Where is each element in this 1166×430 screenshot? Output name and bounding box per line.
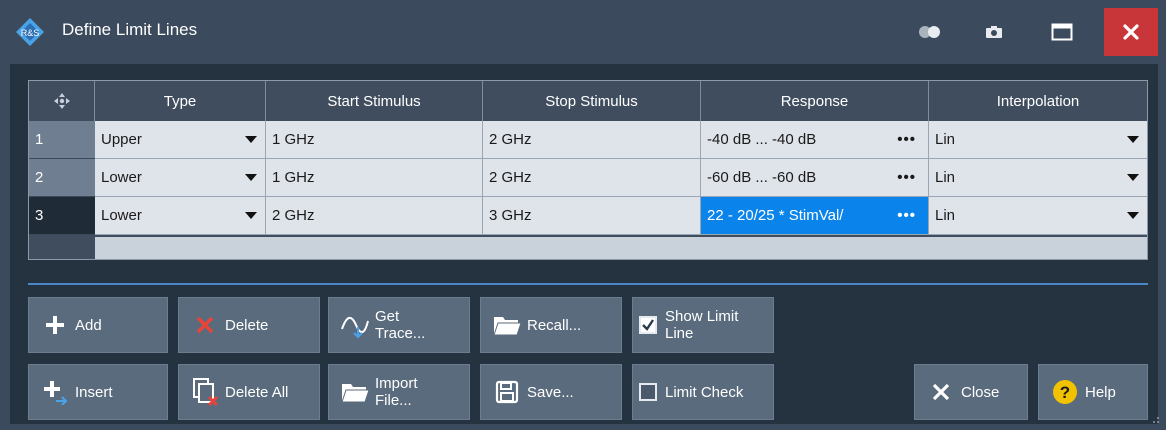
type-value: Lower [101, 207, 142, 224]
response-value: -60 dB ... -60 dB [707, 169, 817, 186]
stop-stimulus-field[interactable]: 2 GHz [483, 121, 701, 159]
delete-all-icon [185, 377, 225, 407]
interpolation-select[interactable]: Lin [929, 159, 1147, 197]
folder-open-icon [335, 380, 375, 404]
close-x-icon [921, 383, 961, 401]
rohde-schwarz-logo-icon: R&S [16, 18, 44, 46]
red-x-icon [185, 315, 225, 335]
row-number[interactable]: 1 [29, 121, 95, 159]
type-value: Upper [101, 131, 142, 148]
plus-icon [35, 314, 75, 336]
insert-plus-icon [35, 379, 75, 405]
checkbox-unchecked-icon [639, 383, 657, 401]
transparency-toggle-icon[interactable] [908, 14, 952, 50]
column-header-start-stimulus[interactable]: Start Stimulus [266, 81, 483, 121]
show-limit-label-1: Show Limit [665, 308, 739, 325]
column-header-stop-stimulus[interactable]: Stop Stimulus [483, 81, 701, 121]
help-button[interactable]: ? Help [1038, 364, 1148, 420]
camera-icon[interactable] [972, 14, 1016, 50]
interpolation-select[interactable]: Lin [929, 121, 1147, 159]
dropdown-arrow-icon [1127, 212, 1139, 219]
get-trace-label-1: Get [375, 308, 400, 325]
start-stimulus-field[interactable]: 2 GHz [266, 197, 483, 235]
stop-stimulus-field[interactable]: 3 GHz [483, 197, 701, 235]
more-options-icon[interactable]: ••• [897, 131, 916, 148]
more-options-icon[interactable]: ••• [897, 169, 916, 186]
response-field[interactable]: 22 - 20/25 * StimVal/ ••• [701, 197, 929, 235]
recall-button[interactable]: Recall... [480, 297, 622, 353]
resize-grip-icon[interactable] [1148, 412, 1160, 424]
dropdown-arrow-icon [245, 174, 257, 181]
maximize-icon[interactable] [1040, 14, 1084, 50]
help-question-icon: ? [1045, 379, 1085, 405]
column-header-interpolation[interactable]: Interpolation [929, 81, 1147, 121]
delete-button[interactable]: Delete [178, 297, 320, 353]
get-trace-label-2: Trace... [375, 325, 426, 342]
response-value: 22 - 20/25 * StimVal/ [707, 207, 844, 224]
get-trace-button[interactable]: Get Trace... [328, 297, 470, 353]
limit-check-checkbox[interactable]: Limit Check [632, 364, 774, 420]
import-label-2: File... [375, 392, 412, 409]
dropdown-arrow-icon [245, 136, 257, 143]
window-title: Define Limit Lines [62, 20, 198, 39]
interpolation-value: Lin [935, 169, 956, 186]
checkbox-checked-icon [639, 316, 657, 334]
interpolation-value: Lin [935, 207, 956, 224]
column-header-response[interactable]: Response [701, 81, 929, 121]
dropdown-arrow-icon [245, 212, 257, 219]
interpolation-value: Lin [935, 131, 956, 148]
svg-text:R&S: R&S [21, 28, 40, 38]
row-number[interactable]: 2 [29, 159, 95, 197]
type-select[interactable]: Upper [95, 121, 266, 159]
title-bar: R&S Define Limit Lines [0, 0, 1166, 64]
table-empty-area [95, 237, 1147, 259]
type-select[interactable]: Lower [95, 159, 266, 197]
floppy-disk-icon [487, 380, 527, 404]
table-corner-handle[interactable] [29, 81, 95, 121]
trace-curve-icon [335, 311, 375, 339]
limit-lines-table: Type Start Stimulus Stop Stimulus Respon… [28, 80, 1148, 260]
response-value: -40 dB ... -40 dB [707, 131, 817, 148]
svg-text:?: ? [1060, 383, 1070, 402]
type-value: Lower [101, 169, 142, 186]
show-limit-line-checkbox[interactable]: Show Limit Line [632, 297, 774, 353]
close-button[interactable]: Close [914, 364, 1028, 420]
start-stimulus-field[interactable]: 1 GHz [266, 159, 483, 197]
start-stimulus-field[interactable]: 1 GHz [266, 121, 483, 159]
dropdown-arrow-icon [1127, 136, 1139, 143]
stop-stimulus-field[interactable]: 2 GHz [483, 159, 701, 197]
move-icon [53, 93, 70, 109]
import-label-1: Import [375, 375, 418, 392]
save-button[interactable]: Save... [480, 364, 622, 420]
show-limit-label-2: Line [665, 325, 694, 342]
insert-button[interactable]: Insert [28, 364, 168, 420]
more-options-icon[interactable]: ••• [897, 207, 916, 224]
separator [28, 283, 1148, 285]
close-window-icon[interactable] [1104, 8, 1158, 56]
dropdown-arrow-icon [1127, 174, 1139, 181]
row-number[interactable]: 3 [29, 197, 95, 235]
response-field[interactable]: -40 dB ... -40 dB ••• [701, 121, 929, 159]
add-button[interactable]: Add [28, 297, 168, 353]
delete-all-button[interactable]: Delete All [178, 364, 320, 420]
import-file-button[interactable]: Import File... [328, 364, 470, 420]
folder-open-icon [487, 313, 527, 337]
interpolation-select[interactable]: Lin [929, 197, 1147, 235]
column-header-type[interactable]: Type [95, 81, 266, 121]
response-field[interactable]: -60 dB ... -60 dB ••• [701, 159, 929, 197]
type-select[interactable]: Lower [95, 197, 266, 235]
